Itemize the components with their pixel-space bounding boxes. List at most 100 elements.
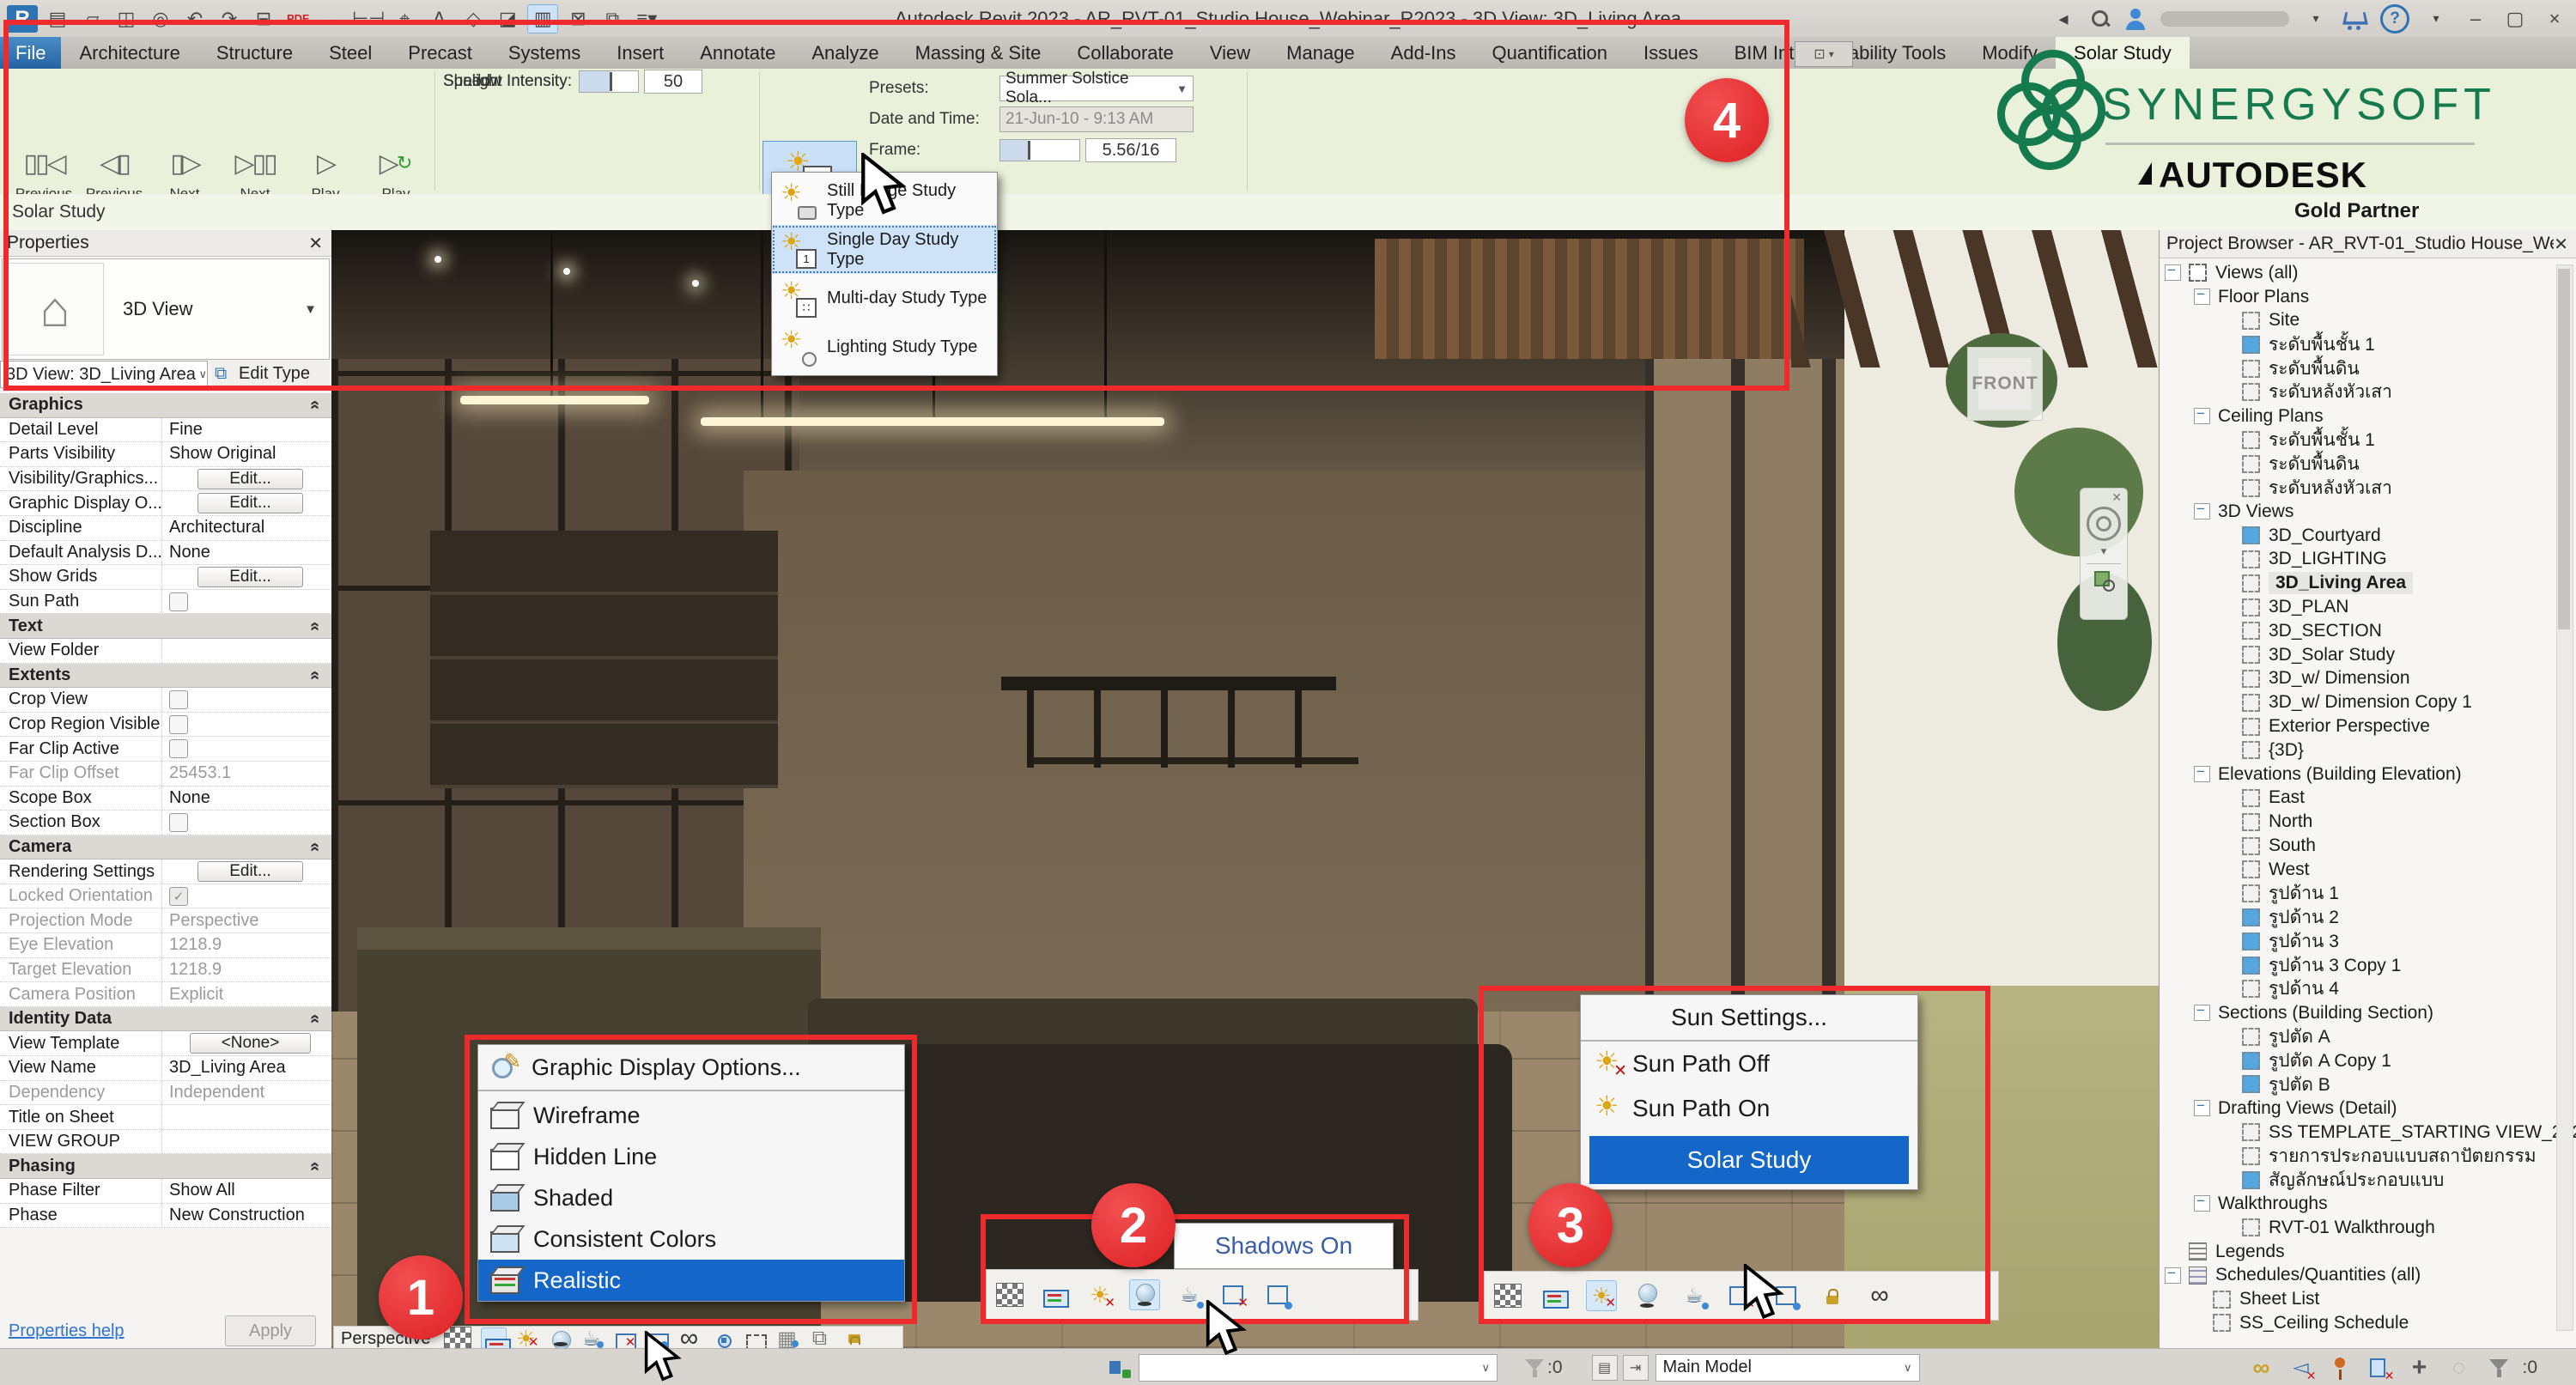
- collapse-chevron-icon[interactable]: [305, 622, 325, 631]
- property-row[interactable]: Text: [0, 614, 331, 639]
- select-underlay-elements-icon[interactable]: [2286, 1352, 2317, 1383]
- restore-button[interactable]: ▢: [2502, 6, 2528, 32]
- properties-help-link[interactable]: Properties help: [9, 1321, 225, 1341]
- sun-path-icon[interactable]: [513, 1327, 539, 1350]
- tree-ceiling-plans[interactable]: Ceiling Plans: [2160, 404, 2548, 428]
- tree-item[interactable]: 3D_SECTION: [2160, 619, 2548, 643]
- tree-item[interactable]: สัญลักษณ์ประกอบแบบ: [2160, 1168, 2548, 1192]
- property-row[interactable]: Camera: [0, 835, 331, 860]
- apply-button[interactable]: Apply: [225, 1315, 316, 1346]
- tree-item[interactable]: {3D}: [2160, 738, 2548, 762]
- property-row[interactable]: Visibility/Graphics... Edit...Edit...: [0, 467, 331, 492]
- property-row[interactable]: Phase Filter Show AllShow All: [0, 1179, 331, 1204]
- tree-item[interactable]: รูปด้าน 2: [2160, 906, 2548, 930]
- collapse-chevron-icon[interactable]: [305, 1162, 325, 1171]
- property-row[interactable]: Scope Box NoneNone: [0, 787, 331, 811]
- store-cart-icon[interactable]: [2342, 9, 2366, 28]
- tree-item[interactable]: ระดับพื้นชั้น 1: [2160, 428, 2548, 453]
- visual-style-icon[interactable]: [481, 1327, 507, 1350]
- checkbox[interactable]: [169, 690, 188, 709]
- select-links-icon[interactable]: [2246, 1352, 2277, 1383]
- property-row[interactable]: Phasing: [0, 1154, 331, 1179]
- drag-elements-on-selection-icon[interactable]: [2404, 1352, 2435, 1383]
- scale-icon[interactable]: [444, 1327, 471, 1351]
- tree-item[interactable]: รูปตัด A: [2160, 1025, 2548, 1049]
- property-row[interactable]: Default Analysis D... NoneNone: [0, 541, 331, 566]
- tree-drafting-views[interactable]: Drafting Views (Detail): [2160, 1096, 2548, 1121]
- property-row[interactable]: Locked Orientation: [0, 884, 331, 909]
- property-row[interactable]: Section Box: [0, 811, 331, 835]
- collapse-chevron-icon[interactable]: [305, 400, 325, 410]
- property-row[interactable]: Title on Sheet: [0, 1105, 331, 1130]
- property-row[interactable]: Detail Level FineFine: [0, 418, 331, 443]
- property-row[interactable]: Dependency IndependentIndependent: [0, 1081, 331, 1106]
- tree-elevations[interactable]: Elevations (Building Elevation): [2160, 762, 2548, 787]
- help-dropdown-icon[interactable]: ▾: [2423, 6, 2449, 32]
- design-option-select[interactable]: Main Model∨: [1656, 1354, 1920, 1382]
- tree-item[interactable]: รายการประกอบแบบสถาปัตยกรรม: [2160, 1144, 2548, 1168]
- property-row[interactable]: Phase New ConstructionNew Construction: [0, 1204, 331, 1229]
- tree-item[interactable]: ระดับหลังหัวเสา: [2160, 380, 2548, 404]
- property-row[interactable]: Crop Region Visible: [0, 713, 331, 738]
- tree-3d-living-area[interactable]: 3D_Living Area: [2160, 571, 2548, 595]
- temporary-hide-isolate-icon[interactable]: [709, 1327, 735, 1350]
- tree-item[interactable]: ระดับพื้นชั้น 1: [2160, 332, 2548, 356]
- show-rendering-dialog-icon[interactable]: [579, 1327, 605, 1350]
- scrollbar[interactable]: [2556, 264, 2573, 1331]
- tree-item[interactable]: รูปด้าน 1: [2160, 882, 2548, 906]
- checkbox[interactable]: [169, 887, 188, 906]
- property-row[interactable]: Parts Visibility Show OriginalShow Origi…: [0, 442, 331, 467]
- help-icon[interactable]: ?: [2380, 4, 2409, 33]
- viewcube-front-face[interactable]: FRONT: [1978, 358, 2032, 410]
- scrollbar-thumb[interactable]: [2558, 269, 2570, 629]
- property-row[interactable]: Projection Mode PerspectivePerspective: [0, 908, 331, 933]
- tree-item[interactable]: ระดับพื้นดิน: [2160, 452, 2548, 476]
- tree-expander-icon[interactable]: [2194, 1100, 2210, 1116]
- property-row[interactable]: Discipline ArchitecturalArchitectural: [0, 516, 331, 541]
- account-icon[interactable]: [2124, 8, 2147, 30]
- search-icon[interactable]: [2090, 9, 2111, 29]
- edit-button[interactable]: Edit...: [197, 493, 303, 513]
- edit-button[interactable]: Edit...: [197, 861, 303, 882]
- property-row[interactable]: Graphic Display O... Edit...Edit...: [0, 491, 331, 516]
- property-row[interactable]: View Template <None><None>: [0, 1031, 331, 1056]
- worksets-icon[interactable]: [1108, 1353, 1133, 1382]
- close-button[interactable]: ×: [2542, 6, 2567, 32]
- viewcube[interactable]: FRONT: [1967, 347, 2043, 421]
- collapse-chevron-icon[interactable]: [305, 671, 325, 680]
- render-region-icon[interactable]: [742, 1327, 768, 1350]
- tree-expander-icon[interactable]: [2194, 1195, 2210, 1212]
- edit-button[interactable]: Edit...: [197, 469, 303, 489]
- tree-item[interactable]: Sheet List: [2160, 1287, 2548, 1311]
- select-elements-by-face-icon[interactable]: [2365, 1352, 2396, 1383]
- tree-item[interactable]: South: [2160, 834, 2548, 858]
- tree-item[interactable]: SS TEMPLATE_STARTING VIEW_2021: [2160, 1121, 2548, 1145]
- tree-item[interactable]: 3D_Solar Study: [2160, 643, 2548, 667]
- tree-views-all[interactable]: Views (all): [2160, 261, 2548, 285]
- tree-expander-icon[interactable]: [2194, 408, 2210, 424]
- collapse-chevron-icon[interactable]: [305, 1014, 325, 1024]
- property-row[interactable]: Show Grids Edit...Edit...: [0, 565, 331, 590]
- editing-requests-icon[interactable]: [1522, 1353, 1547, 1382]
- property-row[interactable]: View Folder: [0, 639, 331, 664]
- shadows-icon[interactable]: [546, 1327, 572, 1350]
- tree-sections[interactable]: Sections (Building Section): [2160, 1001, 2548, 1025]
- tree-walkthroughs[interactable]: Walkthroughs: [2160, 1192, 2548, 1216]
- ribbon-display-toggle[interactable]: ⊡▾: [1795, 41, 1853, 67]
- property-row[interactable]: Extents: [0, 664, 331, 689]
- property-row[interactable]: Graphics: [0, 393, 331, 418]
- property-row[interactable]: VIEW GROUP: [0, 1130, 331, 1155]
- active-workset-select[interactable]: ∨: [1139, 1354, 1498, 1382]
- tree-item[interactable]: Exterior Perspective: [2160, 714, 2548, 738]
- tree-item[interactable]: ระดับหลังหัวเสา: [2160, 476, 2548, 500]
- tree-item[interactable]: West: [2160, 858, 2548, 882]
- steering-wheel-icon[interactable]: [2087, 507, 2121, 541]
- tree-3d-views[interactable]: 3D Views: [2160, 500, 2548, 524]
- tree-expander-icon[interactable]: [2194, 1005, 2210, 1021]
- tree-item[interactable]: รูปตัด B: [2160, 1072, 2548, 1096]
- collapse-chevron-icon[interactable]: [305, 842, 325, 852]
- tree-expander-icon[interactable]: [2194, 503, 2210, 519]
- close-icon[interactable]: ✕: [2111, 490, 2122, 505]
- property-row[interactable]: Target Elevation 1218.91218.9: [0, 958, 331, 983]
- tree-item[interactable]: 3D_PLAN: [2160, 595, 2548, 619]
